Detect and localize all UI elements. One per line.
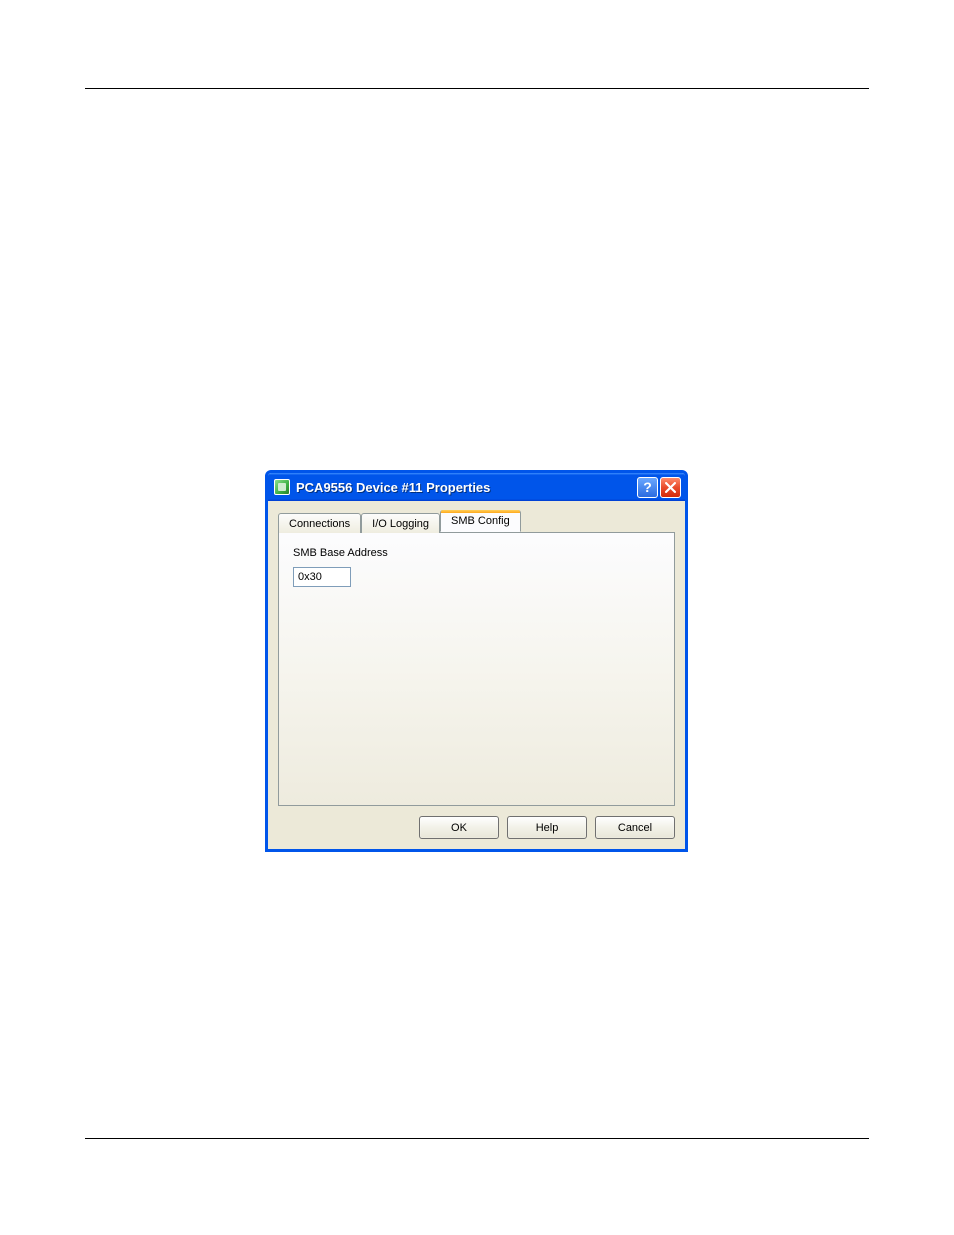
ok-button[interactable]: OK (419, 816, 499, 839)
tab-smb-config[interactable]: SMB Config (440, 510, 521, 532)
tab-label: I/O Logging (372, 518, 429, 530)
tab-label: SMB Config (451, 515, 510, 527)
titlebar-help-button[interactable]: ? (637, 477, 658, 498)
dialog-body: Connections I/O Logging SMB Config SMB B… (268, 501, 685, 849)
titlebar-title: PCA9556 Device #11 Properties (296, 480, 637, 495)
tab-io-logging[interactable]: I/O Logging (361, 513, 440, 533)
tab-connections[interactable]: Connections (278, 513, 361, 533)
page-top-rule (85, 88, 869, 89)
app-icon (274, 479, 290, 495)
titlebar[interactable]: PCA9556 Device #11 Properties ? (268, 473, 685, 501)
tabstrip: Connections I/O Logging SMB Config (278, 509, 675, 532)
smb-base-address-input[interactable] (293, 567, 351, 587)
dialog-button-row: OK Help Cancel (278, 806, 675, 839)
properties-dialog: PCA9556 Device #11 Properties ? Connecti… (265, 470, 688, 852)
page-bottom-rule (85, 1138, 869, 1139)
smb-base-address-label: SMB Base Address (293, 547, 660, 559)
help-button[interactable]: Help (507, 816, 587, 839)
titlebar-close-button[interactable] (660, 477, 681, 498)
close-icon (665, 482, 676, 493)
titlebar-buttons: ? (637, 477, 681, 498)
cancel-button[interactable]: Cancel (595, 816, 675, 839)
help-icon: ? (643, 479, 652, 495)
tab-panel-smb-config: SMB Base Address (278, 532, 675, 806)
tab-label: Connections (289, 518, 350, 530)
